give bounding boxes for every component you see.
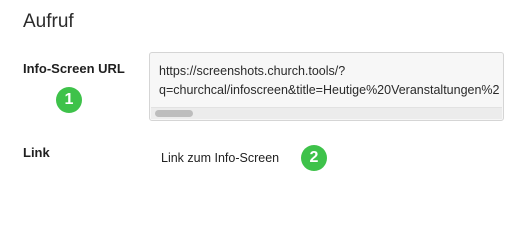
scrollbar-thumb[interactable] [155, 110, 193, 117]
info-screen-url-label: Info-Screen URL [23, 61, 125, 76]
annotation-badge-1: 1 [56, 87, 82, 113]
horizontal-scrollbar[interactable] [151, 107, 502, 119]
annotation-badge-2: 2 [301, 145, 327, 171]
link-label: Link [23, 145, 50, 160]
url-line-2: q=churchcal/infoscreen&title=Heutige%20V… [159, 83, 500, 97]
info-screen-url-value[interactable]: https://screenshots.church.tools/? q=chu… [159, 62, 503, 100]
url-line-1: https://screenshots.church.tools/? [159, 64, 346, 78]
section-title: Aufruf [23, 11, 74, 32]
info-screen-url-field[interactable]: https://screenshots.church.tools/? q=chu… [149, 52, 504, 121]
info-screen-link[interactable]: Link zum Info-Screen [161, 151, 279, 165]
